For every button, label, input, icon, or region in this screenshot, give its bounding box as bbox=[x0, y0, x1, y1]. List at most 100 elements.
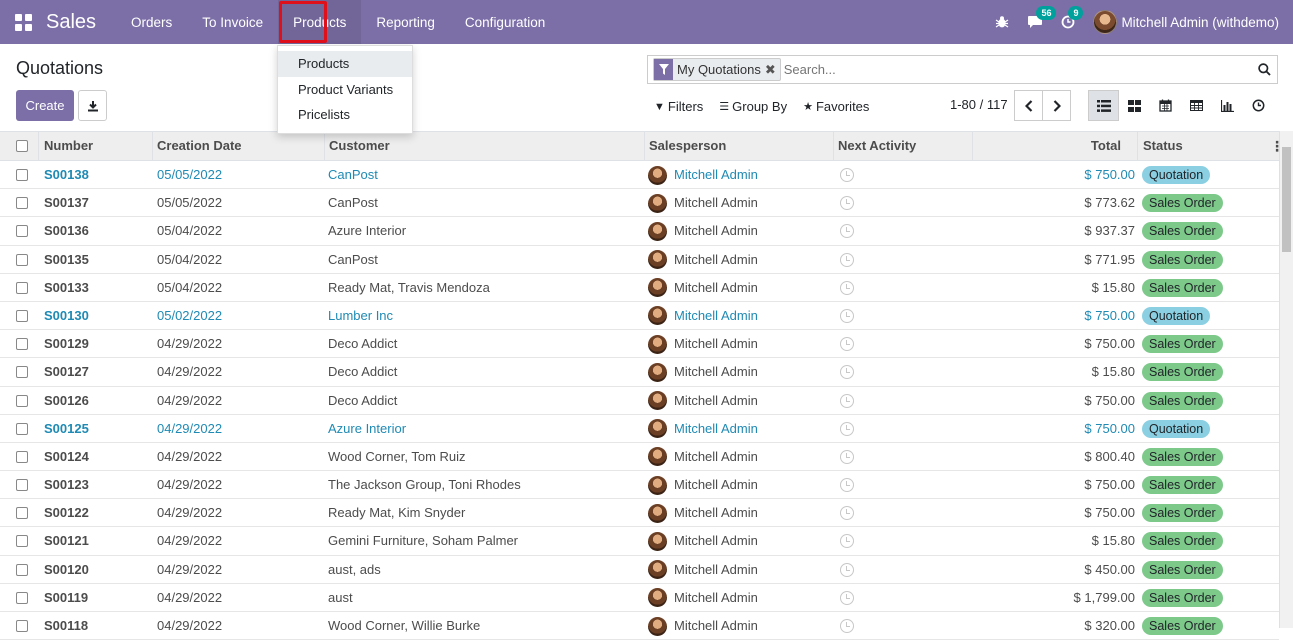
filters-button[interactable]: ▼ Filters bbox=[648, 99, 709, 114]
customer-name: Wood Corner, Willie Burke bbox=[328, 618, 481, 633]
column-number[interactable]: Number bbox=[44, 132, 93, 161]
salesperson-avatar bbox=[648, 447, 667, 467]
debug-bug-icon[interactable] bbox=[995, 15, 1009, 29]
activity-clock-icon[interactable] bbox=[840, 252, 854, 267]
activity-clock-icon[interactable] bbox=[840, 280, 854, 295]
row-checkbox[interactable] bbox=[16, 366, 28, 379]
graph-view-icon[interactable] bbox=[1212, 90, 1243, 121]
search-input[interactable] bbox=[783, 58, 1251, 81]
pager-previous-icon[interactable] bbox=[1014, 90, 1043, 121]
dropdown-item-products[interactable]: Products bbox=[278, 51, 412, 77]
pivot-view-icon[interactable] bbox=[1181, 90, 1212, 121]
dropdown-item-pricelists[interactable]: Pricelists bbox=[278, 102, 412, 128]
activity-clock-icon[interactable] bbox=[840, 393, 854, 408]
activity-clock-icon[interactable] bbox=[840, 506, 854, 521]
select-all-checkbox[interactable] bbox=[16, 140, 28, 152]
table-row[interactable]: S00130 05/02/2022 Lumber Inc Mitchell Admin… bbox=[0, 302, 1279, 331]
table-row[interactable]: S00129 04/29/2022 Deco Addict Mitchell Admi… bbox=[0, 330, 1279, 359]
salesperson-avatar bbox=[648, 362, 667, 382]
activity-clock-icon[interactable] bbox=[840, 168, 854, 182]
table-row[interactable]: S00120 04/29/2022 aust, ads Mitchell Admin $… bbox=[0, 556, 1279, 584]
table-row[interactable]: S00133 05/04/2022 Ready Mat, Travis Mendoz… bbox=[0, 274, 1279, 302]
activities-clock-icon[interactable]: 9 bbox=[1061, 6, 1084, 29]
table-row[interactable]: S00123 04/29/2022 The Jackson Group, Toni … bbox=[0, 471, 1279, 500]
column-status[interactable]: Status bbox=[1143, 132, 1183, 161]
order-total: $ 771.95 bbox=[1084, 251, 1135, 267]
table-row[interactable]: S00118 04/29/2022 Wood Corner, Willie Burk… bbox=[0, 612, 1279, 640]
table-row[interactable]: S00137 05/05/2022 CanPost Mitchell Admin $ 7… bbox=[0, 189, 1279, 218]
row-checkbox[interactable] bbox=[16, 450, 28, 463]
favorites-button[interactable]: ★ Favorites bbox=[797, 99, 875, 114]
activity-view-icon[interactable] bbox=[1243, 90, 1274, 121]
activity-clock-icon[interactable] bbox=[840, 224, 854, 239]
row-checkbox[interactable] bbox=[16, 253, 28, 266]
menu-orders[interactable]: Orders bbox=[116, 0, 187, 44]
row-checkbox[interactable] bbox=[16, 563, 28, 576]
vertical-scrollbar[interactable] bbox=[1279, 131, 1293, 628]
calendar-view-icon[interactable] bbox=[1150, 90, 1181, 121]
download-icon[interactable] bbox=[78, 90, 107, 121]
table-row[interactable]: S00124 04/29/2022 Wood Corner, Tom Ruiz Mit… bbox=[0, 443, 1279, 472]
app-brand[interactable]: Sales bbox=[46, 11, 96, 34]
row-checkbox[interactable] bbox=[16, 197, 28, 210]
messages-icon[interactable]: 56 bbox=[1027, 6, 1057, 29]
activity-clock-icon[interactable] bbox=[840, 365, 854, 380]
activity-clock-icon[interactable] bbox=[840, 590, 854, 605]
group-by-button[interactable]: ☰ Group By bbox=[713, 99, 793, 114]
row-checkbox[interactable] bbox=[16, 422, 28, 435]
activity-clock-icon[interactable] bbox=[840, 421, 854, 436]
kanban-view-icon[interactable] bbox=[1119, 90, 1150, 121]
list-view-icon[interactable] bbox=[1088, 90, 1119, 121]
facet-remove-icon[interactable]: ✖ bbox=[765, 59, 780, 80]
create-button[interactable]: Create bbox=[16, 90, 74, 121]
activity-clock-icon[interactable] bbox=[840, 337, 854, 352]
creation-date: 05/02/2022 bbox=[157, 307, 223, 323]
dropdown-item-product-variants[interactable]: Product Variants bbox=[278, 77, 412, 103]
menu-configuration[interactable]: Configuration bbox=[450, 0, 560, 44]
menu-to-invoice[interactable]: To Invoice bbox=[187, 0, 278, 44]
column-salesperson[interactable]: Salesperson bbox=[649, 132, 726, 161]
row-checkbox[interactable] bbox=[16, 394, 28, 407]
pager-next-icon[interactable] bbox=[1042, 90, 1071, 121]
row-checkbox[interactable] bbox=[16, 169, 28, 181]
row-checkbox[interactable] bbox=[16, 479, 28, 492]
row-checkbox[interactable] bbox=[16, 225, 28, 238]
activity-clock-icon[interactable] bbox=[840, 534, 854, 549]
activity-clock-icon[interactable] bbox=[840, 449, 854, 464]
apps-menu-icon[interactable] bbox=[0, 0, 46, 44]
column-customer[interactable]: Customer bbox=[329, 132, 390, 161]
activities-count-badge: 9 bbox=[1068, 6, 1084, 20]
row-checkbox[interactable] bbox=[16, 338, 28, 351]
table-row[interactable]: S00121 04/29/2022 Gemini Furniture, Soham … bbox=[0, 527, 1279, 556]
creation-date: 05/04/2022 bbox=[157, 223, 223, 239]
table-row[interactable]: S00135 05/04/2022 CanPost Mitchell Admin $ 7… bbox=[0, 246, 1279, 274]
table-row[interactable]: S00126 04/29/2022 Deco Addict Mitchell Admi… bbox=[0, 387, 1279, 415]
table-row[interactable]: S00127 04/29/2022 Deco Addict Mitchell Admi… bbox=[0, 358, 1279, 387]
activity-clock-icon[interactable] bbox=[840, 619, 854, 633]
table-row[interactable]: S00138 05/05/2022 CanPost Mitchell Admin $ 7… bbox=[0, 161, 1279, 190]
row-checkbox[interactable] bbox=[16, 535, 28, 548]
row-checkbox[interactable] bbox=[16, 507, 28, 520]
scrollbar-thumb[interactable] bbox=[1282, 147, 1291, 252]
activity-clock-icon[interactable] bbox=[840, 478, 854, 493]
menu-reporting[interactable]: Reporting bbox=[361, 0, 450, 44]
table-row[interactable]: S00125 04/29/2022 Azure Interior Mitchell A… bbox=[0, 415, 1279, 443]
row-checkbox[interactable] bbox=[16, 281, 28, 294]
menu-products[interactable]: Products bbox=[278, 0, 362, 44]
table-row[interactable]: S00122 04/29/2022 Ready Mat, Kim Snyder Mit… bbox=[0, 499, 1279, 528]
activity-clock-icon[interactable] bbox=[840, 196, 854, 211]
table-row[interactable]: S00136 05/04/2022 Azure Interior Mitchell A… bbox=[0, 217, 1279, 246]
column-next-activity[interactable]: Next Activity bbox=[838, 132, 916, 161]
row-checkbox[interactable] bbox=[16, 591, 28, 604]
search-icon[interactable] bbox=[1251, 63, 1277, 76]
column-creation-date[interactable]: Creation Date bbox=[157, 132, 242, 161]
column-total[interactable]: Total bbox=[1091, 132, 1121, 161]
row-checkbox[interactable] bbox=[16, 620, 28, 632]
order-number: S00129 bbox=[44, 336, 89, 352]
user-menu[interactable]: Mitchell Admin (withdemo) bbox=[1093, 10, 1279, 34]
activity-clock-icon[interactable] bbox=[840, 308, 854, 323]
activity-clock-icon[interactable] bbox=[840, 562, 854, 577]
table-row[interactable]: S00119 04/29/2022 aust Mitchell Admin $ 1,79… bbox=[0, 584, 1279, 612]
row-checkbox[interactable] bbox=[16, 309, 28, 322]
pager-value[interactable]: 1-80 / 117 bbox=[950, 97, 1008, 112]
